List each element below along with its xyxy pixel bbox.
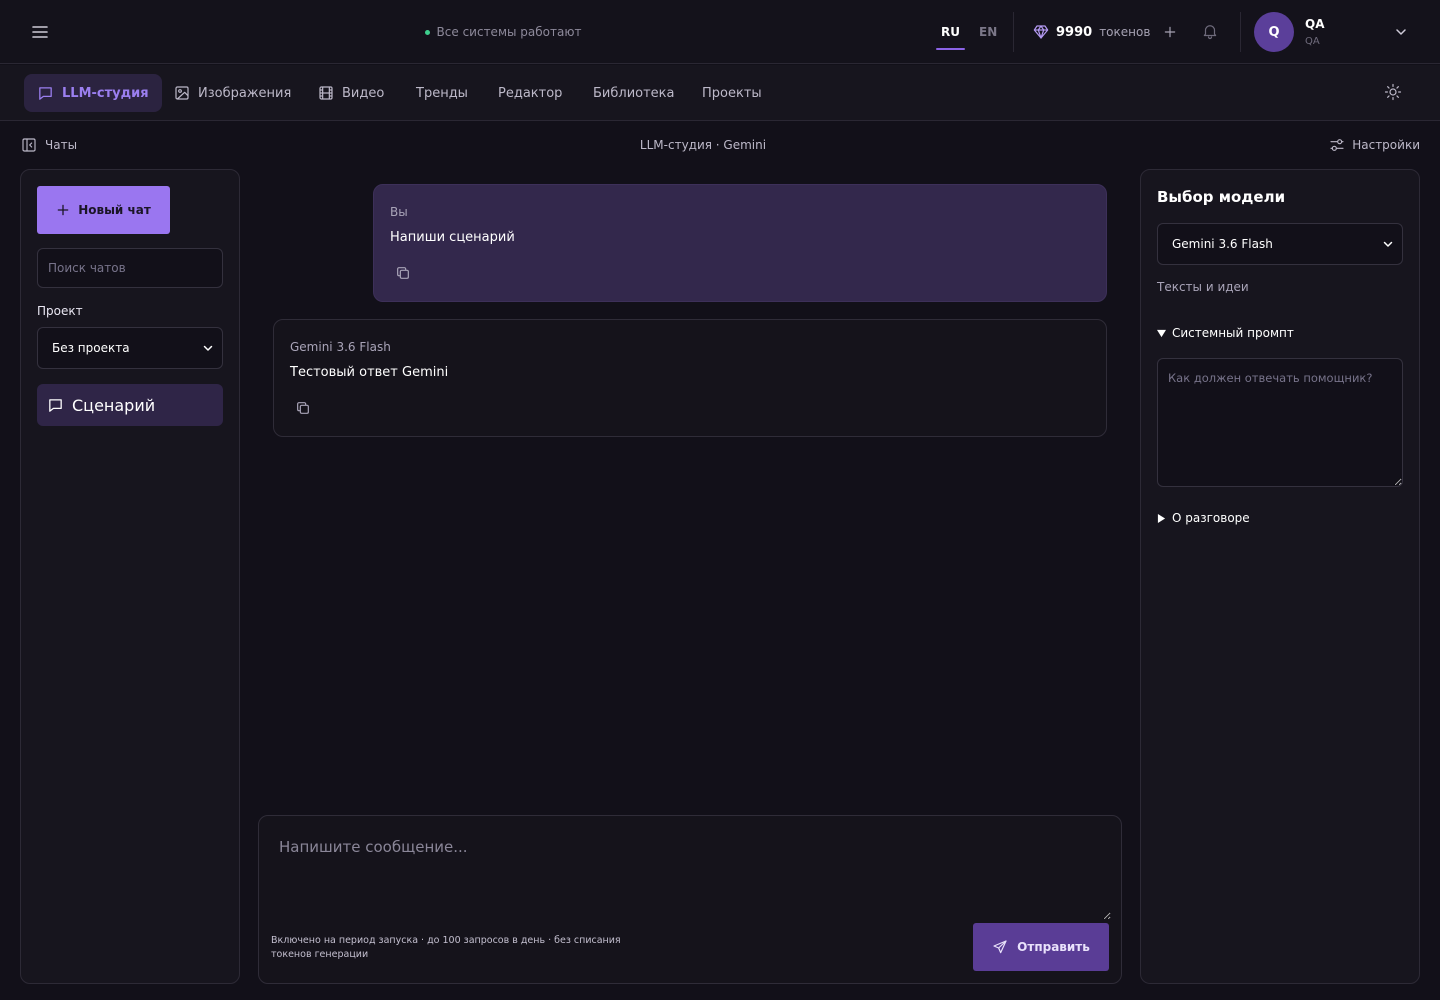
send-button[interactable]: Отправить bbox=[973, 923, 1109, 971]
nav-label: LLM-студия bbox=[62, 85, 149, 101]
settings-button[interactable]: Настройки bbox=[1329, 137, 1420, 153]
bell-icon[interactable] bbox=[1201, 22, 1219, 40]
top-bar: Все системы работают RU EN 9990 токенов … bbox=[0, 0, 1440, 64]
copy-icon[interactable] bbox=[295, 400, 311, 416]
nav-label: Изображения bbox=[198, 85, 292, 101]
message-text: Напиши сценарий bbox=[390, 230, 515, 245]
user-subtitle: QA bbox=[1305, 36, 1320, 47]
plus-icon bbox=[56, 203, 70, 217]
nav-label: Тренды bbox=[416, 85, 468, 101]
chat-list-item[interactable]: Сценарий bbox=[37, 384, 223, 426]
triangle-right-icon bbox=[1157, 513, 1166, 523]
nav-llm-studio[interactable]: LLM-студия bbox=[24, 74, 162, 112]
main-nav: LLM-студия Изображения Видео Тренды Реда… bbox=[0, 65, 1440, 121]
model-panel: Выбор модели Gemini 3.6 Flash Тексты и и… bbox=[1140, 169, 1420, 984]
nav-label: Видео bbox=[342, 85, 385, 101]
diamond-icon bbox=[1033, 24, 1049, 40]
nav-video[interactable]: Видео bbox=[318, 74, 384, 112]
new-chat-label: Новый чат bbox=[78, 203, 151, 217]
sliders-icon bbox=[1329, 137, 1345, 153]
model-select-value: Gemini 3.6 Flash bbox=[1172, 237, 1273, 251]
system-prompt-label: Системный промпт bbox=[1172, 326, 1294, 340]
sub-header: Чаты LLM-студия · Gemini Настройки bbox=[0, 121, 1440, 169]
nav-label: Проекты bbox=[702, 85, 762, 101]
message-composer: Включено на период запуска · до 100 запр… bbox=[258, 815, 1122, 984]
nav-images[interactable]: Изображения bbox=[174, 74, 291, 112]
divider bbox=[1013, 12, 1014, 52]
status-dot-icon bbox=[424, 29, 430, 35]
token-unit: токенов bbox=[1099, 25, 1151, 39]
message-author: Вы bbox=[390, 205, 408, 219]
send-label: Отправить bbox=[1017, 940, 1090, 954]
nav-trends[interactable]: Тренды bbox=[416, 74, 468, 112]
model-panel-title: Выбор модели bbox=[1157, 188, 1286, 206]
nav-label: Редактор bbox=[498, 85, 563, 101]
chat-title: Сценарий bbox=[72, 395, 156, 415]
model-description: Тексты и идеи bbox=[1157, 280, 1249, 294]
settings-label: Настройки bbox=[1352, 138, 1420, 152]
model-select[interactable]: Gemini 3.6 Flash bbox=[1157, 223, 1403, 265]
nav-label: Библиотека bbox=[593, 85, 675, 101]
project-label: Проект bbox=[37, 304, 83, 318]
divider bbox=[1240, 12, 1241, 52]
message-author: Gemini 3.6 Flash bbox=[290, 340, 391, 354]
avatar[interactable]: Q bbox=[1254, 12, 1294, 52]
about-conversation-toggle[interactable]: О разговоре bbox=[1157, 511, 1250, 525]
film-icon bbox=[318, 85, 334, 101]
breadcrumb: LLM-студия · Gemini bbox=[639, 138, 767, 152]
chevron-down-icon[interactable] bbox=[1393, 24, 1409, 40]
project-select[interactable]: Без проекта bbox=[37, 327, 223, 369]
token-count: 9990 bbox=[1056, 24, 1093, 40]
token-balance: 9990 токенов bbox=[1033, 0, 1177, 64]
user-name: QA bbox=[1305, 17, 1325, 31]
nav-editor[interactable]: Редактор bbox=[498, 74, 562, 112]
triangle-down-icon bbox=[1157, 329, 1166, 338]
chevron-down-icon bbox=[202, 342, 214, 354]
new-chat-button[interactable]: Новый чат bbox=[37, 186, 170, 234]
lang-en-button[interactable]: EN bbox=[979, 0, 997, 64]
send-icon bbox=[992, 939, 1008, 955]
usage-note: Включено на период запуска · до 100 запр… bbox=[271, 935, 621, 960]
system-prompt-input[interactable] bbox=[1157, 358, 1403, 487]
chat-bubble-icon bbox=[37, 85, 54, 102]
system-status: Все системы работают bbox=[0, 0, 1006, 64]
lang-ru-button[interactable]: RU bbox=[936, 0, 965, 64]
nav-library[interactable]: Библиотека bbox=[593, 74, 675, 112]
project-select-value: Без проекта bbox=[52, 341, 130, 355]
chat-bubble-icon bbox=[47, 397, 64, 414]
message-assistant: Gemini 3.6 Flash Тестовый ответ Gemini bbox=[273, 319, 1107, 437]
copy-icon[interactable] bbox=[395, 265, 411, 281]
message-user: Вы Напиши сценарий bbox=[373, 184, 1107, 302]
chat-sidebar: Новый чат Проект Без проекта Сценарий bbox=[20, 169, 240, 984]
message-text: Тестовый ответ Gemini bbox=[290, 365, 449, 380]
add-tokens-icon[interactable] bbox=[1163, 25, 1177, 39]
chevron-down-icon bbox=[1382, 238, 1394, 250]
about-conversation-label: О разговоре bbox=[1172, 511, 1250, 525]
sun-icon[interactable] bbox=[1384, 83, 1402, 101]
image-icon bbox=[174, 85, 190, 101]
system-status-text: Все системы работают bbox=[436, 25, 582, 39]
nav-projects[interactable]: Проекты bbox=[702, 74, 762, 112]
search-input[interactable] bbox=[37, 248, 223, 288]
message-input[interactable] bbox=[267, 824, 1111, 920]
system-prompt-toggle[interactable]: Системный промпт bbox=[1157, 326, 1294, 340]
